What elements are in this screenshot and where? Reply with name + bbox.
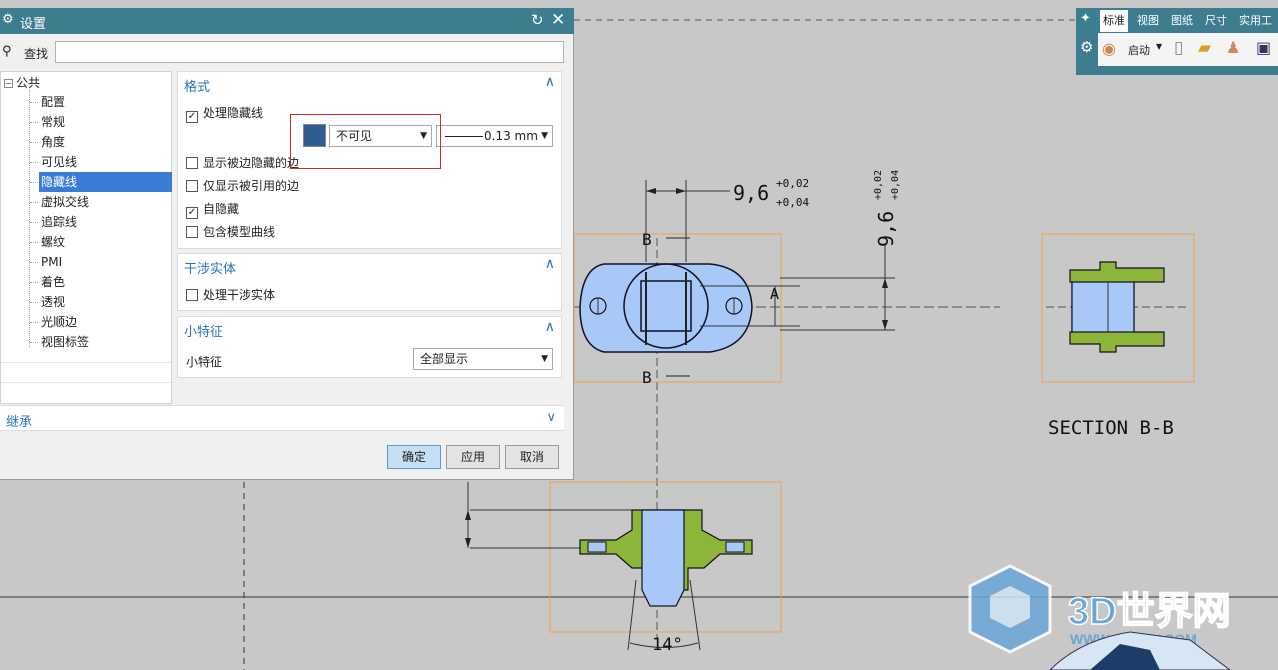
find-label: 查找 <box>24 47 49 61</box>
highlight-box <box>290 114 441 169</box>
tab-drawing[interactable]: 图纸 <box>1168 10 1196 32</box>
tab-dimension[interactable]: 尺寸 <box>1202 10 1230 32</box>
binoculars-icon: ⚲ <box>2 44 12 59</box>
ok-button[interactable]: 确定 <box>387 445 441 469</box>
collapse-up-icon[interactable]: ∧ <box>545 319 555 335</box>
dim-v-tol-upper: +0,02 <box>873 170 884 200</box>
process-hidden-checkbox[interactable]: ✓ 处理隐藏线 <box>186 104 263 123</box>
small-feature-header: 小特征 <box>184 325 224 340</box>
ribbon-toolbar: ✦ 标准 视图 图纸 尺寸 实用工 ⚙ ◉ 启动 ▼ ▯ ▰ ♟ ▣ <box>1076 8 1278 75</box>
close-icon[interactable]: ✕ <box>551 10 565 30</box>
expand-down-icon[interactable]: ∨ <box>546 410 556 425</box>
reset-icon[interactable]: ↻ <box>531 11 544 29</box>
tree-item-view-label[interactable]: 视图标签 <box>30 332 172 352</box>
checkbox-checked-icon: ✓ <box>186 207 198 219</box>
collapse-up-icon[interactable]: ∧ <box>545 256 555 272</box>
self-hide-checkbox[interactable]: ✓ 自隐藏 <box>186 200 239 219</box>
watermark-text: 3D世界网 <box>1068 591 1231 633</box>
interference-section: 干涉实体 ∧ 处理干涉实体 <box>177 253 562 311</box>
dialog-title: 设置 <box>20 17 47 32</box>
gear-icon[interactable]: ⚙ <box>1080 38 1093 56</box>
find-input[interactable] <box>55 41 564 63</box>
dim-h-tol-upper: +0,02 <box>776 177 809 190</box>
tree-item-thread[interactable]: 螺纹 <box>30 232 172 252</box>
start-dropdown-icon[interactable]: ▼ <box>1156 42 1162 51</box>
line-sample <box>445 136 483 137</box>
dialog-titlebar[interactable]: ⚙ 设置 ↻ ✕ <box>0 8 574 34</box>
small-feature-label: 小特征 <box>186 355 223 369</box>
show-edges-hidden-checkbox[interactable]: 显示被边隐藏的边 <box>186 154 299 172</box>
collapse-icon[interactable]: − <box>4 79 13 88</box>
collapse-up-icon[interactable]: ∧ <box>545 74 555 90</box>
tree-item-perspective[interactable]: 透视 <box>30 292 172 312</box>
user-icon[interactable]: ♟ <box>1226 38 1240 57</box>
save-icon[interactable]: ▣ <box>1256 38 1271 57</box>
dim-vertical-value: 9,6 <box>874 211 898 247</box>
inherit-header: 继承 <box>6 415 33 430</box>
gear-icon: ⚙ <box>2 12 14 27</box>
dim-h-tol-lower: +0,04 <box>776 196 809 209</box>
dropdown-arrow-icon: ▼ <box>541 354 548 364</box>
small-feature-dropdown[interactable]: 全部显示 ▼ <box>413 348 553 370</box>
watermark-logo <box>968 564 1052 654</box>
tree-item-virtual-intersection[interactable]: 虚拟交线 <box>30 192 172 212</box>
apply-button[interactable]: 应用 <box>446 445 500 469</box>
start-button[interactable]: 启动 <box>1128 42 1150 58</box>
checkbox-checked-icon: ✓ <box>186 111 198 123</box>
angle-dim: 14° <box>652 635 683 655</box>
dim-v-tol-lower: +0,04 <box>890 170 901 200</box>
cancel-button[interactable]: 取消 <box>505 445 559 469</box>
tree-item-pmi[interactable]: PMI <box>30 252 172 272</box>
tab-utility[interactable]: 实用工 <box>1236 10 1275 32</box>
settings-tree: − 公共 配置 常规 角度 可见线 隐藏线 虚拟交线 追踪线 螺纹 PMI 着色 … <box>0 71 172 404</box>
model-curves-checkbox[interactable]: 包含模型曲线 <box>186 223 275 241</box>
tree-item-trace-lines[interactable]: 追踪线 <box>30 212 172 232</box>
section-label-b-top: B <box>642 230 652 249</box>
tree-item-config[interactable]: 配置 <box>30 92 172 112</box>
process-interference-checkbox[interactable]: 处理干涉实体 <box>186 286 275 304</box>
new-file-icon[interactable]: ▯ <box>1174 38 1183 58</box>
open-folder-icon[interactable]: ▰ <box>1198 38 1211 58</box>
tab-standard[interactable]: 标准 <box>1100 10 1128 32</box>
logo-icon: ✦ <box>1080 11 1091 26</box>
inherit-section[interactable]: 继承 ∨ <box>0 405 564 431</box>
tree-item-visible-lines[interactable]: 可见线 <box>30 152 172 172</box>
start-icon[interactable]: ◉ <box>1102 39 1116 58</box>
section-label-b-bottom: B <box>642 368 652 387</box>
tree-item-shading[interactable]: 着色 <box>30 272 172 292</box>
tree-item-smooth-edges[interactable]: 光顺边 <box>30 312 172 332</box>
tree-item-hidden-lines[interactable]: 隐藏线 <box>30 172 172 192</box>
dropdown-arrow-icon: ▼ <box>541 131 548 141</box>
interference-header: 干涉实体 <box>184 262 237 277</box>
dim-label-a: A <box>770 285 779 303</box>
referenced-edges-checkbox[interactable]: 仅显示被引用的边 <box>186 177 299 195</box>
tree-item-general[interactable]: 常规 <box>30 112 172 132</box>
line-width-dropdown[interactable]: 0.13 mm ▼ <box>436 125 553 147</box>
toolbar-row: ◉ 启动 ▼ ▯ ▰ ♟ ▣ <box>1098 33 1278 66</box>
format-header: 格式 <box>184 80 211 95</box>
settings-dialog: ⚙ 设置 ↻ ✕ ⚲ 查找 − 公共 配置 常规 角度 可见线 隐藏线 虚拟交线 … <box>0 8 574 480</box>
tree-item-angle[interactable]: 角度 <box>30 132 172 152</box>
tree-root[interactable]: − 公共 <box>4 74 40 92</box>
tab-view[interactable]: 视图 <box>1134 10 1162 32</box>
dim-horizontal-value: 9,6 <box>733 181 769 205</box>
section-title: SECTION B-B <box>1048 417 1174 439</box>
small-feature-section: 小特征 ∧ 小特征 全部显示 ▼ <box>177 316 562 378</box>
